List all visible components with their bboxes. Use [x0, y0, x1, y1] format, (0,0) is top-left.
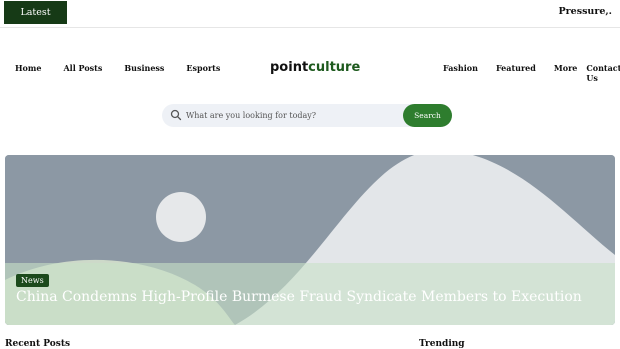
trending-heading: Trending	[419, 339, 465, 349]
search-icon	[170, 109, 182, 121]
search-bar: Search	[162, 104, 452, 127]
nav-contact-us[interactable]: Contact Us	[586, 63, 620, 83]
category-badge[interactable]: News	[16, 274, 49, 287]
logo-part-culture: culture	[308, 60, 361, 75]
search-input[interactable]	[186, 104, 396, 127]
nav-featured[interactable]: Featured	[496, 63, 536, 83]
site-logo[interactable]: pointculture	[270, 60, 360, 75]
nav-left: Home All Posts Business Esports	[15, 63, 242, 73]
recent-posts-heading: Recent Posts	[5, 339, 71, 349]
hero-featured-post[interactable]: News China Condemns High-Profile Burmese…	[5, 155, 615, 325]
nav-all-posts[interactable]: All Posts	[63, 63, 102, 73]
top-bar: Latest Update Pressure,.	[0, 0, 620, 41]
nav-fashion[interactable]: Fashion	[443, 63, 478, 83]
news-ticker[interactable]: Pressure,.	[559, 6, 612, 17]
nav-home[interactable]: Home	[15, 63, 41, 73]
latest-update-label: Latest Update	[4, 1, 67, 41]
hero-title[interactable]: China Condemns High-Profile Burmese Frau…	[16, 289, 582, 305]
nav-right: Fashion Featured More Contact Us	[443, 63, 620, 83]
nav-business[interactable]: Business	[124, 63, 164, 73]
logo-part-point: point	[270, 60, 309, 75]
nav-more[interactable]: More	[554, 63, 578, 83]
nav-esports[interactable]: Esports	[186, 63, 220, 73]
search-button[interactable]: Search	[403, 104, 452, 127]
